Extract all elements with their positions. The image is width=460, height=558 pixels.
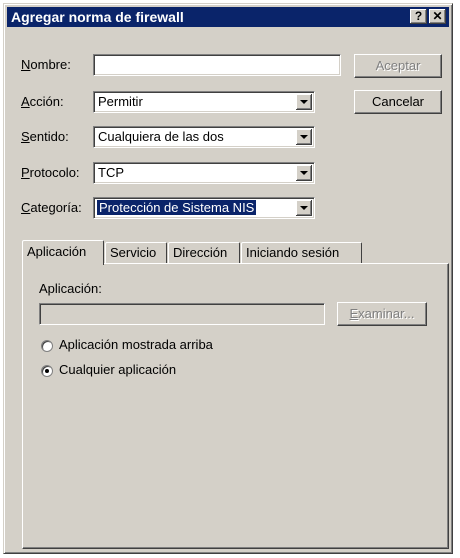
app-field bbox=[39, 303, 325, 325]
chevron-down-icon[interactable] bbox=[296, 165, 312, 181]
browse-button[interactable]: Examinar... bbox=[337, 302, 427, 326]
radio-any-app[interactable] bbox=[41, 365, 53, 377]
radio-any-app-label[interactable]: Cualquier aplicación bbox=[59, 362, 176, 377]
radio-shown-app[interactable] bbox=[41, 340, 53, 352]
sentido-select[interactable]: Cualquiera de las dos bbox=[93, 126, 315, 148]
tab-iniciando-sesion[interactable]: Iniciando sesión bbox=[241, 242, 362, 263]
nombre-input[interactable] bbox=[94, 55, 340, 75]
tab-aplicacion[interactable]: Aplicación bbox=[22, 240, 104, 265]
help-icon[interactable]: ? bbox=[410, 9, 427, 24]
chevron-down-icon[interactable] bbox=[296, 94, 312, 110]
window-title: Agregar norma de firewall bbox=[11, 9, 184, 25]
title-bar[interactable]: Agregar norma de firewall ? ✕ bbox=[7, 7, 449, 27]
accept-button[interactable]: Aceptar bbox=[354, 54, 442, 78]
radio-shown-app-label[interactable]: Aplicación mostrada arriba bbox=[59, 337, 213, 352]
protocolo-select[interactable]: TCP bbox=[93, 162, 315, 184]
accion-value: Permitir bbox=[98, 94, 143, 109]
categoria-value: Protección de Sistema NIS bbox=[97, 200, 257, 215]
categoria-select[interactable]: Protección de Sistema NIS bbox=[93, 197, 315, 219]
app-input bbox=[40, 304, 324, 324]
categoria-label: Categoría: bbox=[21, 200, 82, 215]
nombre-field[interactable] bbox=[93, 54, 341, 76]
chevron-down-icon[interactable] bbox=[296, 200, 312, 216]
cancel-button[interactable]: Cancelar bbox=[354, 90, 442, 114]
app-label: Aplicación: bbox=[39, 281, 102, 296]
accion-select[interactable]: Permitir bbox=[93, 91, 315, 113]
sentido-label: Sentido: bbox=[21, 129, 69, 144]
tab-direccion[interactable]: Dirección bbox=[168, 242, 240, 263]
protocolo-label: Protocolo: bbox=[21, 165, 80, 180]
application-panel: Aplicación: Examinar... Aplicación mostr… bbox=[22, 263, 449, 549]
chevron-down-icon[interactable] bbox=[296, 129, 312, 145]
protocolo-value: TCP bbox=[98, 165, 124, 180]
tab-servicio[interactable]: Servicio bbox=[105, 242, 167, 263]
dialog-window: Agregar norma de firewall ? ✕ Nombre: Ac… bbox=[3, 3, 453, 554]
close-icon[interactable]: ✕ bbox=[429, 9, 446, 24]
nombre-label: Nombre: bbox=[21, 57, 71, 72]
sentido-value: Cualquiera de las dos bbox=[98, 129, 224, 144]
radio-selected-dot bbox=[45, 369, 49, 373]
accion-label: Acción: bbox=[21, 94, 64, 109]
